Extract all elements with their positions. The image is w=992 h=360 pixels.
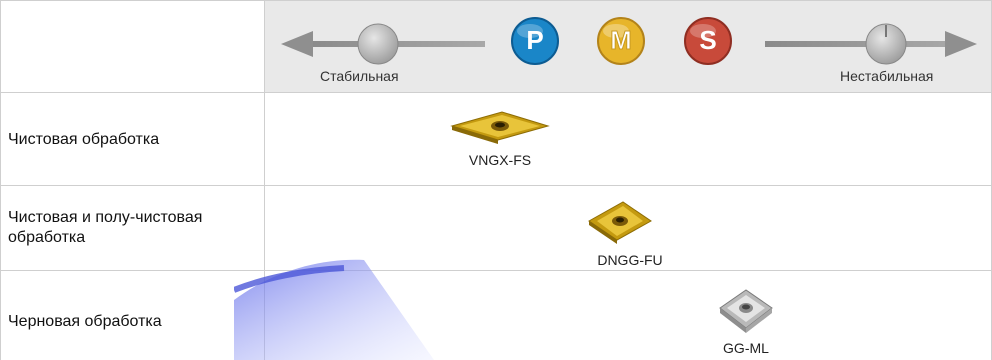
right-scale-line (765, 41, 955, 47)
svg-text:M: M (610, 25, 632, 55)
material-p-badge-icon: P (511, 17, 559, 65)
vngx-fs-insert-icon (450, 111, 550, 144)
row-divider (0, 270, 992, 271)
gg-ml-label: GG-ML (723, 340, 769, 356)
stable-knob-icon (357, 23, 399, 65)
material-s-badge-icon: S (684, 17, 732, 65)
row-label-semi-finishing: Чистовая и полу-чистовая обработка (8, 209, 203, 246)
row-label-finishing: Чистовая обработка (8, 131, 160, 148)
row-divider (0, 92, 992, 93)
vngx-fs-label: VNGX-FS (468, 152, 532, 168)
stable-label: Стабильная (320, 68, 399, 84)
unstable-label: Нестабильная (840, 68, 934, 84)
insert-selection-table: P M S P M S Стабильная Нестабильная Чист… (0, 0, 992, 360)
gg-ml-insert-icon (719, 289, 773, 333)
material-m-badge-icon: M (597, 17, 645, 65)
svg-text:S: S (699, 25, 716, 55)
svg-text:P: P (526, 25, 543, 55)
left-arrow-icon (281, 31, 313, 57)
dngg-fu-label: DNGG-FU (597, 252, 663, 268)
row-label-roughing: Черновая обработка (8, 313, 162, 330)
right-arrow-icon (945, 31, 977, 57)
dngg-fu-insert-icon (588, 201, 652, 244)
watermark-swoosh-icon (234, 259, 434, 360)
row-divider (0, 185, 992, 186)
table-border-left (0, 0, 1, 360)
